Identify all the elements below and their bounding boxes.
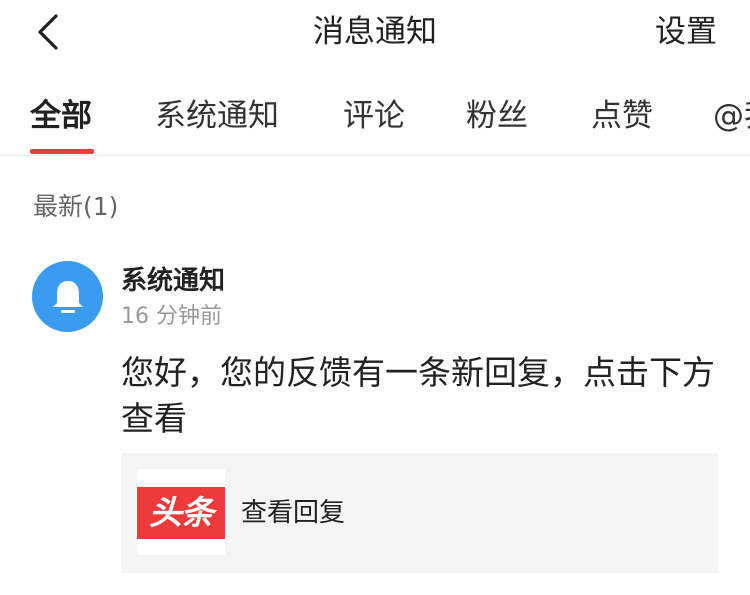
tab-likes[interactable]: 点赞 <box>591 94 653 138</box>
top-bar: 消息通知 设置 <box>0 0 750 66</box>
view-reply-link[interactable]: 查看回复 <box>241 495 345 531</box>
notification-message: 您好，您的反馈有一条新回复，点击下方查看 <box>121 353 715 438</box>
toutiao-logo: 头条 <box>137 469 225 555</box>
tab-fans[interactable]: 粉丝 <box>466 94 528 138</box>
notifications-page: 消息通知 设置 全部 系统通知 评论 粉丝 点赞 @我 最新(1) 系统通知 1… <box>0 0 750 595</box>
tab-all[interactable]: 全部 <box>30 94 92 138</box>
avatar[interactable] <box>32 261 103 332</box>
bell-icon <box>53 281 83 313</box>
toutiao-logo-text: 头条 <box>137 487 225 539</box>
notification-sender: 系统通知 <box>121 266 226 296</box>
notification-time: 16 分钟前 <box>121 304 222 329</box>
tab-mentions[interactable]: @我 <box>713 94 750 138</box>
tab-system[interactable]: 系统通知 <box>155 94 279 138</box>
settings-button[interactable]: 设置 <box>655 12 717 52</box>
tab-comments[interactable]: 评论 <box>343 94 405 138</box>
page-title: 消息通知 <box>313 14 437 50</box>
tab-bar: 全部 系统通知 评论 粉丝 点赞 @我 <box>0 76 750 156</box>
active-tab-indicator <box>30 149 94 154</box>
view-reply-card[interactable]: 头条 查看回复 <box>121 453 718 573</box>
section-header: 最新(1) <box>33 192 119 221</box>
